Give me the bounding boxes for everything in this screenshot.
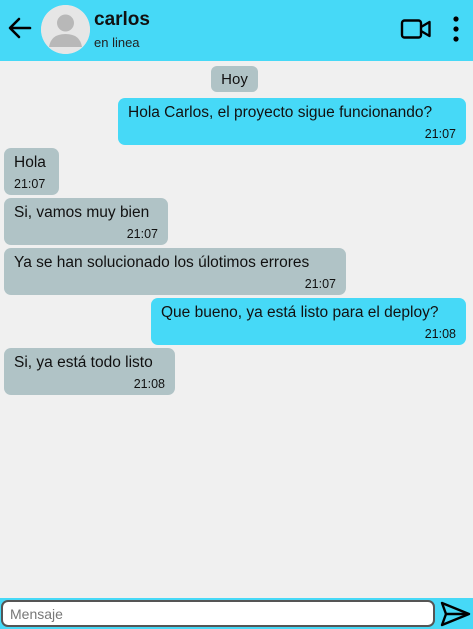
video-call-icon [400,19,431,39]
message-text: Si, vamos muy bien [14,204,150,221]
send-button[interactable] [438,599,473,629]
video-call-button[interactable] [400,17,432,41]
contact-name[interactable]: carlos [94,9,150,31]
message-bubble-outgoing[interactable]: Que bueno, ya está listo para el deploy?… [151,298,466,345]
more-options-button[interactable] [449,13,463,45]
message-list[interactable]: Hoy Hola Carlos, el proyecto sigue funci… [0,61,473,598]
message-time: 21:07 [304,277,336,291]
more-vert-icon [453,16,459,42]
message-time: 21:08 [424,327,456,341]
message-text: Hola Carlos, el proyecto sigue funcionan… [128,104,433,121]
message-text: Hola [14,154,46,171]
message-input[interactable] [1,600,435,627]
contact-status: en linea [94,35,140,50]
back-arrow-icon [8,17,32,39]
avatar[interactable] [41,5,90,54]
message-bubble-incoming[interactable]: Ya se han solucionado los úlotimos error… [4,248,346,295]
date-separator: Hoy [211,66,258,92]
chat-header: carlos en linea [0,0,473,61]
avatar-icon [41,5,90,54]
message-time: 21:08 [133,377,165,391]
send-icon [440,601,471,627]
back-button[interactable] [6,14,34,42]
message-composer [0,598,473,629]
message-text: Que bueno, ya está listo para el deploy? [161,304,439,321]
message-text: Si, ya está todo listo [14,354,153,371]
message-time: 21:07 [424,127,456,141]
message-bubble-incoming[interactable]: Si, vamos muy bien 21:07 [4,198,168,245]
message-time: 21:07 [126,227,158,241]
message-time: 21:07 [14,177,46,191]
message-text: Ya se han solucionado los úlotimos error… [14,254,310,271]
message-bubble-incoming[interactable]: Hola 21:07 [4,148,59,195]
message-bubble-outgoing[interactable]: Hola Carlos, el proyecto sigue funcionan… [118,98,466,145]
message-bubble-incoming[interactable]: Si, ya está todo listo 21:08 [4,348,175,395]
